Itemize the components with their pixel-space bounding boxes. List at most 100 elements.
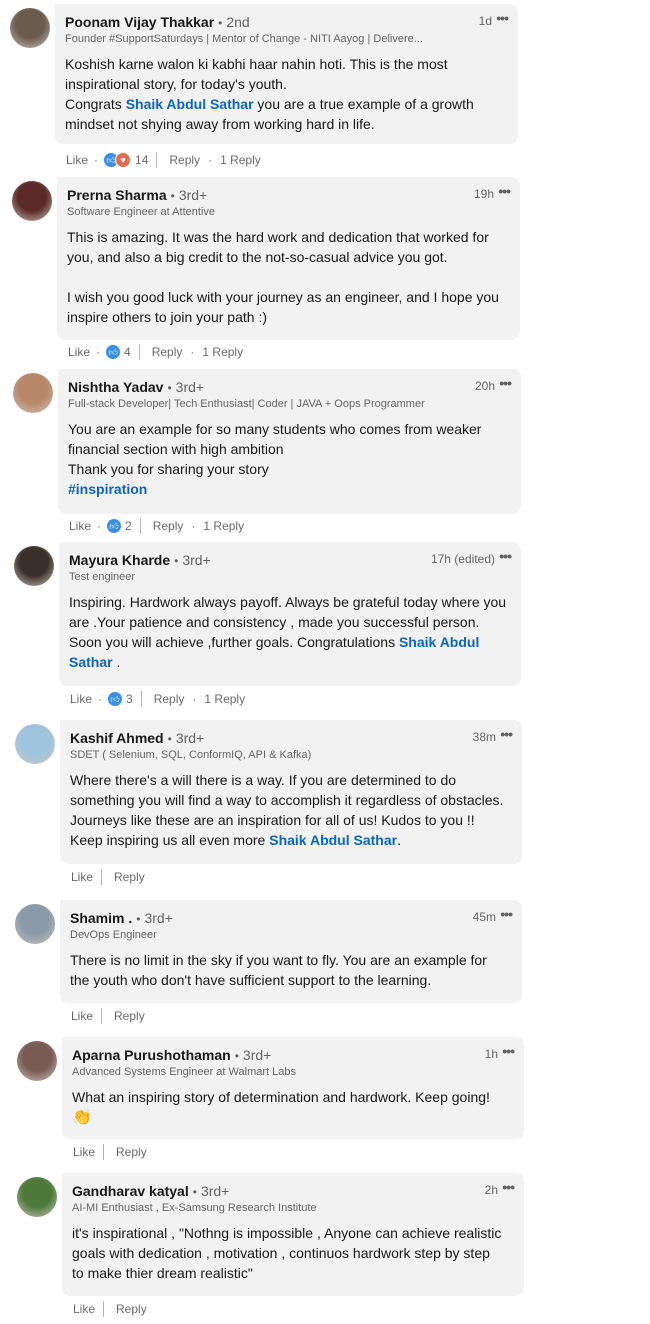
reply-button[interactable]: Reply	[116, 1145, 147, 1159]
commenter-name[interactable]: Kashif Ahmed	[70, 730, 164, 746]
like-button[interactable]: Like	[71, 870, 93, 884]
like-button[interactable]: Like	[73, 1302, 95, 1316]
comment-text-segment: There is no limit in the sky if you want…	[70, 952, 487, 988]
avatar[interactable]	[17, 1041, 57, 1081]
view-replies-link[interactable]: 1 Reply	[220, 153, 261, 167]
like-button[interactable]: Like	[73, 1145, 95, 1159]
more-options-icon[interactable]: •••	[502, 1179, 515, 1195]
comment-bubble: Poonam Vijay Thakkar2nd 1d ••• Founder #Sup…	[55, 4, 518, 144]
comment-actions: Like · 👍︎ 2 Reply · 1 Reply	[69, 518, 244, 534]
divider	[103, 1301, 105, 1317]
like-button[interactable]: Like	[66, 153, 88, 167]
view-replies-link[interactable]: 1 Reply	[204, 692, 245, 706]
comment-time: 2h	[484, 1183, 498, 1197]
view-replies-link[interactable]: 1 Reply	[202, 345, 243, 359]
more-options-icon[interactable]: •••	[498, 183, 511, 199]
connection-degree: 3rd+	[235, 1047, 271, 1063]
like-button[interactable]: Like	[70, 692, 92, 706]
reply-button[interactable]: Reply	[154, 692, 185, 706]
reply-button[interactable]: Reply	[152, 345, 183, 359]
commenter-name[interactable]: Mayura Kharde	[69, 552, 170, 568]
reaction-count: 2	[125, 519, 132, 533]
reply-button[interactable]: Reply	[153, 519, 184, 533]
avatar[interactable]	[15, 904, 55, 944]
reactions-summary[interactable]: 👍︎ 3	[108, 692, 133, 706]
divider	[101, 869, 103, 885]
comment-time: 45m	[472, 910, 496, 924]
avatar[interactable]	[15, 724, 55, 764]
commenter-name[interactable]: Nishtha Yadav	[68, 379, 163, 395]
more-options-icon[interactable]: •••	[500, 726, 513, 742]
reply-button[interactable]: Reply	[114, 870, 145, 884]
reply-button[interactable]: Reply	[169, 153, 200, 167]
commenter-headline: SDET ( Selenium, SQL, ConformIQ, API & K…	[70, 749, 312, 761]
divider	[139, 518, 141, 534]
hashtag-link[interactable]: #inspiration	[68, 481, 147, 497]
comment-text: This is amazing. It was the hard work an…	[67, 227, 508, 327]
like-reaction-icon: 👍︎	[107, 519, 122, 533]
like-button[interactable]: Like	[68, 345, 90, 359]
comment-text-segment: You are an example for so many students …	[68, 421, 482, 477]
view-replies-link[interactable]: 1 Reply	[203, 519, 244, 533]
connection-degree: 3rd+	[174, 552, 210, 568]
mention-link[interactable]: Shaik Abdul Sathar	[269, 832, 397, 848]
separator-dot: ·	[98, 692, 103, 706]
comment-actions: Like Reply	[71, 869, 145, 885]
reply-button[interactable]: Reply	[114, 1009, 145, 1023]
commenter-name[interactable]: Shamim .	[70, 910, 132, 926]
comment-bubble: Kashif Ahmed3rd+ 38m ••• SDET ( Selenium, S…	[60, 720, 522, 864]
comment-bubble: Prerna Sharma3rd+ 19h ••• Software Engineer…	[57, 177, 520, 340]
comment-time: 1d	[478, 14, 492, 28]
commenter-headline: Founder #SupportSaturdays | Mentor of Ch…	[65, 33, 423, 45]
comment-actions: Like Reply	[73, 1301, 147, 1317]
like-reaction-icon: 👍︎	[106, 345, 121, 359]
commenter-name[interactable]: Aparna Purushothaman	[72, 1047, 231, 1063]
comment-time: 1h	[484, 1047, 498, 1061]
more-options-icon[interactable]: •••	[500, 906, 513, 922]
connection-degree: 3rd+	[168, 730, 204, 746]
like-button[interactable]: Like	[69, 519, 91, 533]
comment-time: 38m	[472, 730, 496, 744]
more-options-icon[interactable]: •••	[499, 375, 512, 391]
avatar[interactable]	[10, 8, 50, 48]
commenter-headline: Software Engineer at Attentive	[67, 206, 215, 218]
commenter-headline: Test engineer	[69, 571, 136, 583]
more-options-icon[interactable]: •••	[496, 10, 509, 26]
comment-actions: Like · 👍︎ ♥ 14 Reply · 1 Reply	[66, 152, 261, 168]
commenter-name[interactable]: Prerna Sharma	[67, 187, 167, 203]
mention-link[interactable]: Shaik Abdul Sathar	[126, 96, 254, 112]
commenter-headline: AI-MI Enthusiast , Ex-Samsung Research I…	[72, 1202, 317, 1214]
commenter-headline: Full-stack Developer| Tech Enthusiast| C…	[68, 398, 425, 410]
connection-degree: 3rd+	[193, 1183, 229, 1199]
avatar[interactable]	[14, 546, 54, 586]
separator-dot: ·	[208, 153, 213, 167]
comment-text: Where there's a will there is a way. If …	[70, 770, 510, 850]
divider	[101, 1008, 103, 1024]
comment-text: it's inspirational , "Nothng is impossib…	[72, 1223, 512, 1283]
more-options-icon[interactable]: •••	[499, 548, 512, 564]
avatar[interactable]	[13, 373, 53, 413]
more-options-icon[interactable]: •••	[502, 1043, 515, 1059]
reactions-summary[interactable]: 👍︎ ♥ 14	[104, 152, 148, 168]
comment-bubble: Nishtha Yadav3rd+ 20h ••• Full-stack Develo…	[58, 369, 521, 514]
commenter-name[interactable]: Poonam Vijay Thakkar	[65, 14, 214, 30]
commenter-name[interactable]: Gandharav katyal	[72, 1183, 189, 1199]
comment-text-segment: .	[112, 654, 121, 670]
comment-text: Inspiring. Hardwork always payoff. Alway…	[69, 592, 509, 672]
love-reaction-icon: ♥	[115, 152, 132, 168]
reaction-count: 14	[135, 153, 149, 167]
like-button[interactable]: Like	[71, 1009, 93, 1023]
connection-degree: 3rd+	[136, 910, 172, 926]
clap-emoji: 👏	[72, 1109, 92, 1126]
reactions-summary[interactable]: 👍︎ 2	[107, 519, 132, 533]
connection-degree: 3rd+	[171, 187, 207, 203]
comment-text: What an inspiring story of determination…	[72, 1087, 512, 1128]
divider	[140, 691, 142, 707]
avatar[interactable]	[17, 1177, 57, 1217]
comment-bubble: Aparna Purushothaman3rd+ 1h ••• Advanced Sy…	[62, 1037, 524, 1139]
separator-dot: ·	[191, 519, 196, 533]
connection-degree: 3rd+	[167, 379, 204, 395]
reactions-summary[interactable]: 👍︎ 4	[106, 345, 131, 359]
avatar[interactable]	[12, 181, 52, 221]
reply-button[interactable]: Reply	[116, 1302, 147, 1316]
